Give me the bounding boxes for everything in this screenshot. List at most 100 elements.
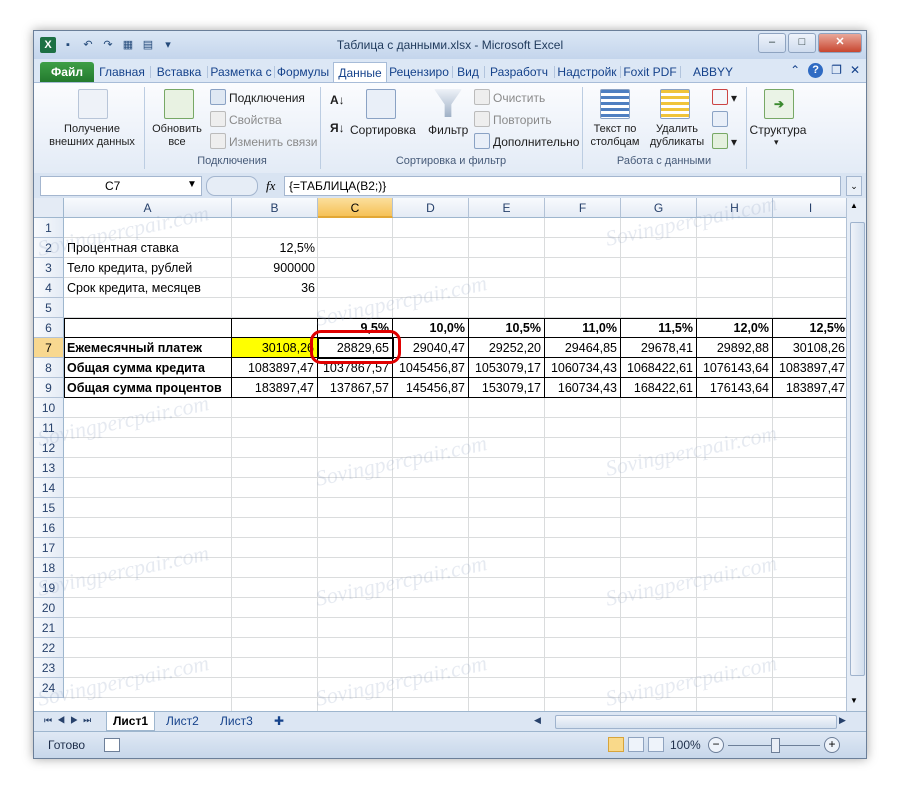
sort-az-button[interactable]: A↓ <box>330 93 345 107</box>
reapply-button[interactable]: Повторить <box>474 111 552 127</box>
formula-input[interactable]: {=ТАБЛИЦА(B2;)} <box>284 176 841 196</box>
tab-foxit-pdf[interactable]: Foxit PDF <box>622 62 678 82</box>
vertical-scrollbar[interactable]: ▲ ▼ <box>846 198 866 711</box>
refresh-all-button[interactable]: Обновить все <box>146 123 208 149</box>
column-header-h[interactable]: H <box>697 198 773 218</box>
tab-view[interactable]: Вид <box>454 62 482 82</box>
horizontal-scroll-thumb[interactable] <box>555 715 837 729</box>
macro-record-icon[interactable] <box>104 738 120 752</box>
restore-window-icon[interactable]: ❐ <box>831 63 842 78</box>
cell-g6[interactable]: 11,5% <box>621 318 697 338</box>
row-header-9[interactable]: 9 <box>34 378 64 398</box>
sheet-tab-1[interactable]: Лист1 <box>106 712 156 731</box>
column-header-a[interactable]: A <box>64 198 232 218</box>
consolidate-button[interactable] <box>712 111 731 127</box>
cell-f9[interactable]: 160734,43 <box>545 378 621 398</box>
row-header-7[interactable]: 7 <box>34 338 64 358</box>
properties-button[interactable]: Свойства <box>210 111 282 127</box>
row-header-19[interactable]: 19 <box>34 578 64 598</box>
cell-f7[interactable]: 29464,85 <box>545 338 621 358</box>
tab-home[interactable]: Главная <box>96 62 148 82</box>
name-box-dropdown-icon[interactable]: ▼ <box>187 179 197 190</box>
cell-e6[interactable]: 10,5% <box>469 318 545 338</box>
tab-insert[interactable]: Вставка <box>152 62 206 82</box>
cell-h6[interactable]: 12,0% <box>697 318 773 338</box>
tab-data[interactable]: Данные <box>333 62 387 83</box>
row-header-2[interactable]: 2 <box>34 238 64 258</box>
connections-button[interactable]: Подключения <box>210 89 305 105</box>
column-header-b[interactable]: B <box>232 198 318 218</box>
select-all-corner[interactable] <box>34 198 64 218</box>
row-header-6[interactable]: 6 <box>34 318 64 338</box>
row-header-24[interactable]: 24 <box>34 678 64 698</box>
clear-button[interactable]: Очистить <box>474 89 545 105</box>
cell-i6[interactable]: 12,5% <box>773 318 846 338</box>
advanced-filter-button[interactable]: Дополнительно <box>474 133 579 149</box>
cell-f8[interactable]: 1060734,43 <box>545 358 621 378</box>
data-validation-button[interactable]: ▾ <box>712 89 737 105</box>
zoom-level[interactable]: 100% <box>670 738 701 752</box>
cell-b3[interactable]: 900000 <box>232 258 318 278</box>
insert-sheet-icon[interactable]: ✚ <box>268 712 290 730</box>
close-button[interactable]: ✕ <box>818 33 862 53</box>
normal-view-button[interactable] <box>608 737 624 752</box>
column-header-c[interactable]: C <box>318 198 393 218</box>
formula-scroll-handle[interactable] <box>206 176 258 196</box>
maximize-button[interactable]: □ <box>788 33 816 53</box>
minimize-button[interactable]: – <box>758 33 786 53</box>
cell-e7[interactable]: 29252,20 <box>469 338 545 358</box>
row-header-3[interactable]: 3 <box>34 258 64 278</box>
cell-a8[interactable]: Общая сумма кредита <box>64 358 232 378</box>
tab-formulas[interactable]: Формулы <box>276 62 330 82</box>
cell-e9[interactable]: 153079,17 <box>469 378 545 398</box>
cell-d8[interactable]: 1045456,87 <box>393 358 469 378</box>
row-header-5[interactable]: 5 <box>34 298 64 318</box>
row-header-23[interactable]: 23 <box>34 658 64 678</box>
cell-a4[interactable]: Срок кредита, месяцев <box>64 278 232 298</box>
get-external-data-button[interactable]: Получение внешних данных <box>42 123 142 149</box>
filter-button[interactable]: Фильтр <box>428 123 468 137</box>
text-to-columns-button[interactable]: Текст по столбцам <box>586 123 644 149</box>
column-header-i[interactable]: I <box>773 198 846 218</box>
name-box[interactable]: C7 ▼ <box>40 176 202 196</box>
cell-h8[interactable]: 1076143,64 <box>697 358 773 378</box>
insert-function-button[interactable]: fx <box>266 178 275 194</box>
sheet-tab-3[interactable]: Лист3 <box>214 712 259 730</box>
tab-page-layout[interactable]: Разметка с <box>209 62 273 82</box>
cell-d9[interactable]: 145456,87 <box>393 378 469 398</box>
cell-i9[interactable]: 183897,47 <box>773 378 846 398</box>
hscroll-right-icon[interactable]: ▶ <box>839 715 846 726</box>
tab-file[interactable]: Файл <box>40 62 94 82</box>
page-break-view-button[interactable] <box>648 737 664 752</box>
row-header-8[interactable]: 8 <box>34 358 64 378</box>
cell-a7[interactable]: Ежемесячный платеж <box>64 338 232 358</box>
cell-g7[interactable]: 29678,41 <box>621 338 697 358</box>
cell-i8[interactable]: 1083897,47 <box>773 358 846 378</box>
column-header-g[interactable]: G <box>621 198 697 218</box>
cell-f6[interactable]: 11,0% <box>545 318 621 338</box>
sheet-tab-2[interactable]: Лист2 <box>160 712 205 730</box>
page-layout-view-button[interactable] <box>628 737 644 752</box>
close-workbook-icon[interactable]: ✕ <box>850 63 860 78</box>
row-header-20[interactable]: 20 <box>34 598 64 618</box>
row-header-10[interactable]: 10 <box>34 398 64 418</box>
tab-review[interactable]: Рецензиро <box>388 62 450 82</box>
zoom-out-button[interactable]: − <box>708 737 724 753</box>
row-header-21[interactable]: 21 <box>34 618 64 638</box>
cell-a9[interactable]: Общая сумма процентов <box>64 378 232 398</box>
row-header-1[interactable]: 1 <box>34 218 64 238</box>
tab-developer[interactable]: Разработч <box>486 62 552 82</box>
row-header-15[interactable]: 15 <box>34 498 64 518</box>
row-header-13[interactable]: 13 <box>34 458 64 478</box>
what-if-analysis-button[interactable]: ▾ <box>712 133 737 149</box>
cell-b6[interactable] <box>232 318 318 338</box>
scroll-down-icon[interactable]: ▼ <box>850 696 858 705</box>
tab-abbyy-pdf[interactable]: ABBYY PDF <box>682 62 744 99</box>
column-header-e[interactable]: E <box>469 198 545 218</box>
column-header-d[interactable]: D <box>393 198 469 218</box>
cell-h9[interactable]: 176143,64 <box>697 378 773 398</box>
scroll-up-icon[interactable]: ▲ <box>850 201 858 210</box>
cell-a2[interactable]: Процентная ставка <box>64 238 232 258</box>
remove-duplicates-button[interactable]: Удалить дубликаты <box>646 123 708 149</box>
cell-g8[interactable]: 1068422,61 <box>621 358 697 378</box>
